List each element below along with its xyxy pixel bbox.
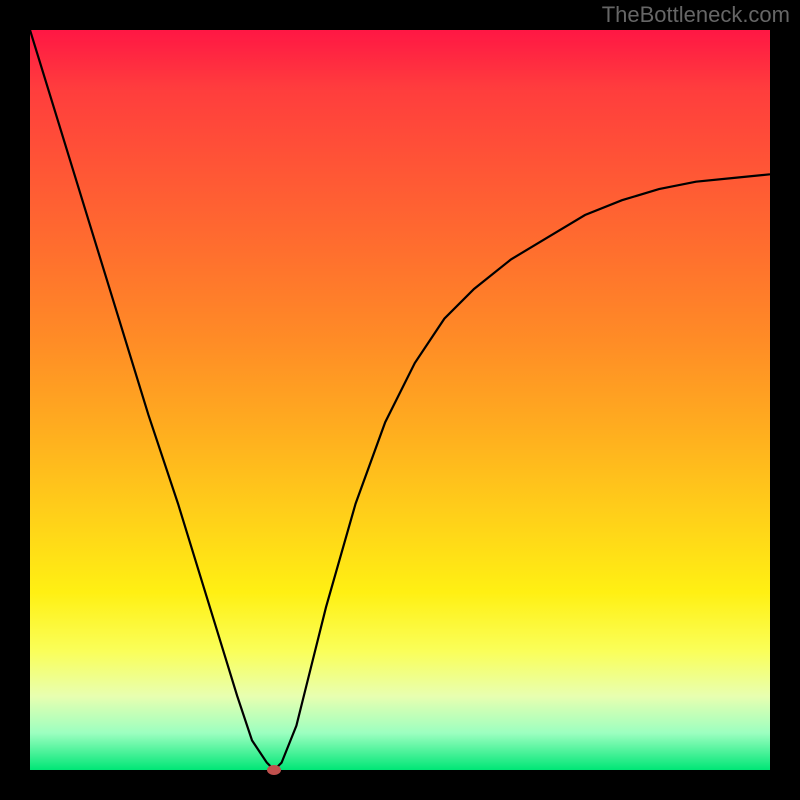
watermark-text: TheBottleneck.com (602, 2, 790, 28)
bottleneck-curve (30, 30, 770, 770)
chart-plot-area (30, 30, 770, 770)
optimum-marker (267, 765, 281, 775)
